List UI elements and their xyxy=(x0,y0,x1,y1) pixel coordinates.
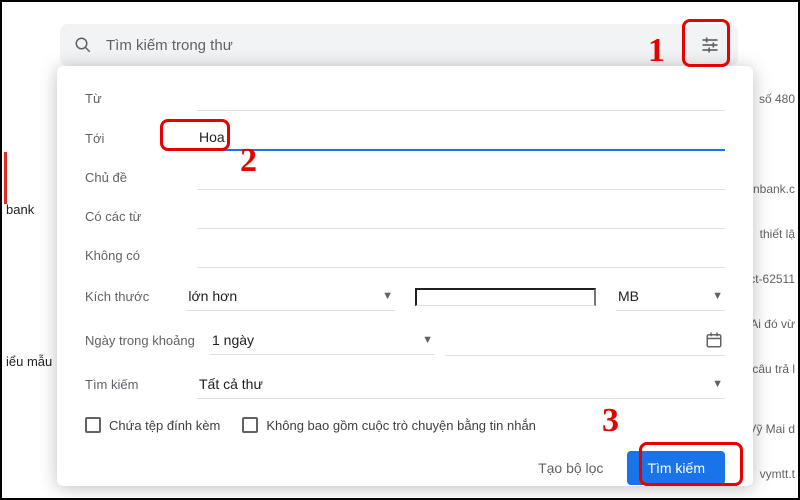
doesnt-have-input[interactable] xyxy=(197,243,725,268)
sidebar-active-indicator xyxy=(4,152,7,204)
sidebar-item[interactable]: iểu mẫu xyxy=(6,354,52,369)
chevron-down-icon: ▼ xyxy=(382,290,393,302)
search-options-button[interactable] xyxy=(696,31,724,59)
bg-row: Vỹ Mai d xyxy=(748,422,795,436)
search-placeholder: Tìm kiếm trong thư xyxy=(106,37,233,54)
create-filter-button[interactable]: Tạo bộ lọc xyxy=(532,452,609,484)
bg-row: câu trả l xyxy=(752,362,795,376)
size-unit-value: MB xyxy=(618,288,639,304)
to-label: Tới xyxy=(85,131,197,146)
doesnt-have-label: Không có xyxy=(85,248,197,263)
from-label: Từ xyxy=(85,91,197,106)
subject-label: Chủ đề xyxy=(85,170,197,185)
bg-row: thiết lậ xyxy=(760,227,795,241)
date-picker[interactable] xyxy=(445,325,725,356)
subject-input[interactable] xyxy=(197,165,725,190)
size-unit-select[interactable]: MB ▼ xyxy=(616,282,725,311)
bg-row: nbank.c xyxy=(753,182,795,196)
search-button[interactable]: Tìm kiếm xyxy=(627,451,725,485)
to-input[interactable] xyxy=(197,125,725,151)
date-range-value: 1 ngày xyxy=(212,332,254,348)
has-attachment-label: Chứa tệp đính kèm xyxy=(109,418,220,433)
size-op-select[interactable]: lớn hơn ▼ xyxy=(186,282,395,311)
bg-row: Ai đó vừ xyxy=(750,317,795,331)
calendar-icon xyxy=(705,331,723,349)
exclude-chats-label: Không bao gồm cuộc trò chuyện bằng tin n… xyxy=(266,418,536,433)
size-label: Kích thước xyxy=(85,289,186,304)
chevron-down-icon: ▼ xyxy=(712,378,723,390)
checkbox-icon xyxy=(242,417,258,433)
bg-row: ct-62511 xyxy=(749,272,795,286)
search-in-value: Tất cả thư xyxy=(199,376,263,392)
search-in-select[interactable]: Tất cả thư ▼ xyxy=(197,370,725,399)
checkbox-icon xyxy=(85,417,101,433)
size-value-input[interactable] xyxy=(415,288,596,306)
advanced-search-panel: Từ Tới Chủ đề Có các từ Không có Kích th… xyxy=(57,66,753,486)
from-input[interactable] xyxy=(197,86,725,111)
has-attachment-checkbox[interactable]: Chứa tệp đính kèm xyxy=(85,417,220,433)
date-label: Ngày trong khoảng xyxy=(85,333,210,348)
search-in-label: Tìm kiếm xyxy=(85,377,197,392)
sidebar-item[interactable]: bank xyxy=(6,202,34,217)
size-op-value: lớn hơn xyxy=(188,288,237,304)
date-range-select[interactable]: 1 ngày ▼ xyxy=(210,326,435,355)
has-words-label: Có các từ xyxy=(85,209,197,224)
tune-icon xyxy=(700,35,720,55)
chevron-down-icon: ▼ xyxy=(422,334,433,346)
chevron-down-icon: ▼ xyxy=(712,290,723,302)
bg-row: số 480 xyxy=(759,92,795,106)
has-words-input[interactable] xyxy=(197,204,725,229)
exclude-chats-checkbox[interactable]: Không bao gồm cuộc trò chuyện bằng tin n… xyxy=(242,417,536,433)
search-bar[interactable]: Tìm kiếm trong thư xyxy=(60,24,738,66)
search-icon xyxy=(74,36,92,54)
bg-row: vymtt.t xyxy=(760,467,795,481)
